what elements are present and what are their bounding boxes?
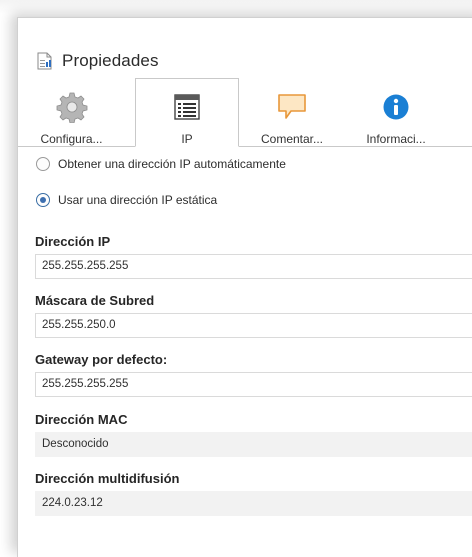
panel-title: Propiedades — [62, 51, 159, 70]
tab-comentario[interactable]: Comentar... — [242, 79, 342, 146]
tab-label: IP — [181, 132, 193, 146]
properties-panel: Propiedades Configura... IP Comentar... … — [17, 17, 472, 557]
ip-address-input[interactable]: 255.255.255.255 — [35, 254, 472, 279]
radio-static-ip[interactable]: Usar una dirección IP estática — [36, 190, 217, 210]
tab-label: Informaci... — [366, 132, 426, 146]
ip-address-label: Dirección IP — [35, 234, 111, 249]
tab-ip[interactable]: IP — [135, 78, 239, 147]
gear-icon — [56, 92, 87, 123]
properties-doc-icon — [37, 52, 52, 70]
radio-label: Obtener una dirección IP automáticamente — [58, 157, 286, 171]
radio-label: Usar una dirección IP estática — [58, 193, 218, 207]
multicast-address-label: Dirección multidifusión — [35, 471, 180, 486]
subnet-mask-input[interactable]: 255.255.250.0 — [35, 313, 472, 338]
tab-informacion[interactable]: Informaci... — [346, 79, 446, 146]
panel-header: Propiedades — [37, 48, 159, 74]
tab-strip: Configura... IP Comentar... Informaci... — [18, 78, 472, 147]
mac-address-label: Dirección MAC — [35, 412, 128, 427]
tab-label: Configura... — [40, 132, 103, 146]
radio-dhcp[interactable]: Obtener una dirección IP automáticamente — [36, 154, 286, 174]
subnet-mask-label: Máscara de Subred — [35, 293, 155, 308]
ip-list-icon — [174, 93, 200, 120]
comment-icon — [278, 93, 306, 119]
tab-configuracion[interactable]: Configura... — [18, 79, 125, 146]
info-icon — [383, 94, 409, 119]
gateway-label: Gateway por defecto: — [35, 352, 168, 367]
tab-label: Comentar... — [260, 132, 324, 146]
multicast-address-value: 224.0.23.12 — [35, 491, 472, 516]
radio-button[interactable] — [36, 193, 50, 207]
radio-button[interactable] — [36, 157, 50, 171]
gateway-input[interactable]: 255.255.255.255 — [35, 372, 472, 397]
mac-address-value: Desconocido — [35, 432, 472, 457]
